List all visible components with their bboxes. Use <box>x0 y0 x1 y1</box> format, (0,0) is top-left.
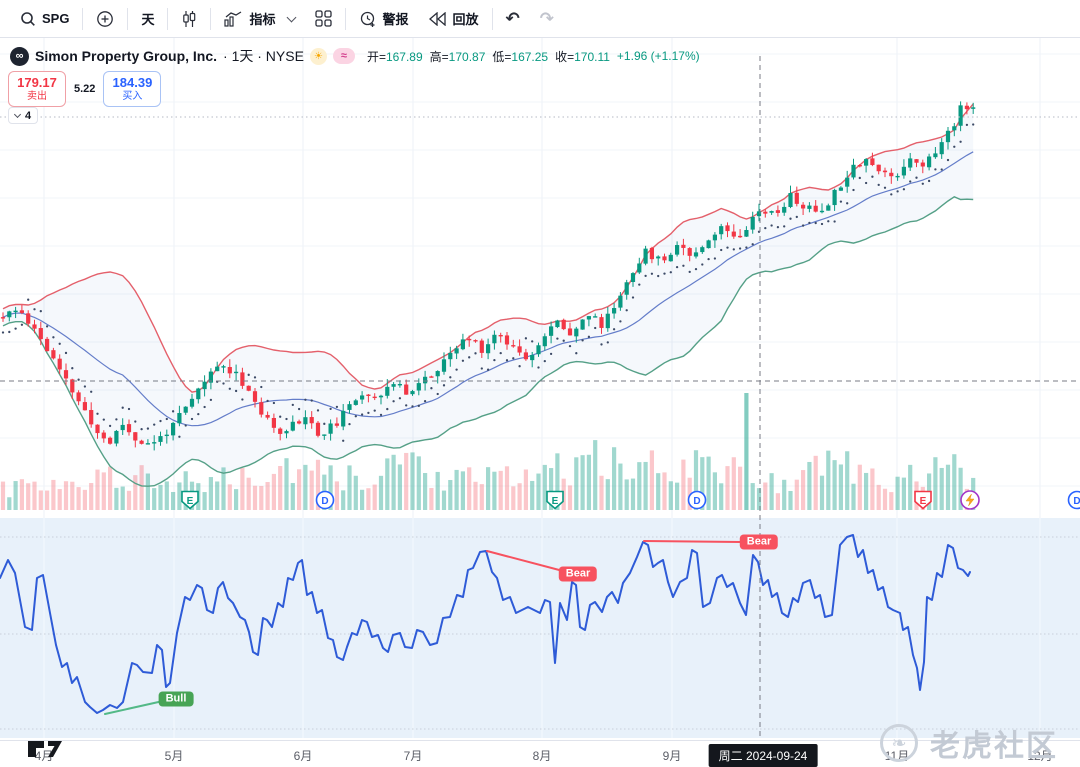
approx-price-icon: ≈ <box>332 48 355 64</box>
indicators-collapse-chip[interactable]: 4 <box>8 107 39 124</box>
search-icon <box>20 11 36 27</box>
dividend-badge[interactable]: D <box>1067 490 1080 510</box>
indicators-button[interactable]: 指标 <box>214 5 285 33</box>
symbol-search[interactable]: SPG <box>10 5 79 33</box>
alerts-button[interactable]: 警报 <box>349 5 419 33</box>
close-label: 收= <box>555 49 575 64</box>
interval-button[interactable]: 天 <box>131 5 164 33</box>
low-label: 低= <box>492 49 512 64</box>
sell-button[interactable]: 179.17 卖出 <box>8 71 66 107</box>
compare-add-button[interactable] <box>86 5 124 33</box>
close-value: 170.11 <box>574 49 610 64</box>
trading-app: SPG 天 指标 警报 回放 ↶ ↷ E D E D E D ∞ Simon P… <box>0 0 1080 767</box>
rewind-icon <box>428 11 447 26</box>
high-label: 高= <box>429 49 449 64</box>
indicator-templates-button[interactable] <box>286 5 305 33</box>
dividend-badge[interactable]: D <box>315 490 335 510</box>
high-value: 170.87 <box>448 49 486 64</box>
svg-text:D: D <box>321 496 328 507</box>
toolbar-divider <box>167 7 169 30</box>
dividend-badge[interactable]: D <box>687 490 707 510</box>
chart-style-button[interactable] <box>171 5 207 33</box>
chevron-down-icon <box>286 12 296 22</box>
tradingview-logo[interactable] <box>26 736 78 767</box>
open-value: 167.89 <box>385 49 423 64</box>
alerts-label: 警报 <box>382 12 409 27</box>
symbol-label: SPG <box>42 11 70 26</box>
hidden-indicator-count: 4 <box>25 109 32 122</box>
bull-signal-label: Bull <box>158 691 194 707</box>
bear-signal-label: Bear <box>739 534 779 550</box>
power-badge[interactable] <box>960 490 980 510</box>
symbol-title: Simon Property Group, Inc. <box>35 48 218 64</box>
svg-text:E: E <box>552 496 559 507</box>
symbol-legend[interactable]: ∞ Simon Property Group, Inc. · 1天 · NYSE… <box>10 46 700 66</box>
replay-button[interactable]: 回放 <box>419 5 489 33</box>
chevron-down-icon <box>13 110 22 119</box>
svg-text:E: E <box>187 496 194 507</box>
buy-label: 买入 <box>122 90 143 102</box>
spread-value: 5.22 <box>74 83 96 95</box>
symbol-meta: · 1天 · NYSE <box>223 48 304 64</box>
axis-month-label[interactable]: 11月 <box>885 747 909 764</box>
candlestick-icon <box>181 10 197 28</box>
axis-month-label[interactable]: 7月 <box>404 747 423 764</box>
undo-icon: ↶ <box>505 8 520 28</box>
undo-button[interactable]: ↶ <box>496 5 530 33</box>
svg-text:D: D <box>1073 496 1080 507</box>
plus-circle-icon <box>96 10 114 28</box>
axis-month-label[interactable]: 8月 <box>533 747 552 764</box>
grid-layout-icon <box>314 10 332 27</box>
axis-month-label[interactable]: 12月 <box>1027 747 1052 764</box>
toolbar-divider <box>344 7 346 30</box>
svg-text:E: E <box>920 496 927 507</box>
symbol-logo: ∞ <box>10 46 29 66</box>
replay-label: 回放 <box>452 12 479 27</box>
order-panel: 179.17 卖出 5.22 184.39 买入 <box>8 71 162 107</box>
layout-grid-button[interactable] <box>305 5 342 33</box>
sell-label: 卖出 <box>27 90 47 102</box>
redo-icon: ↷ <box>539 8 555 28</box>
buy-price: 184.39 <box>112 75 153 91</box>
low-value: 167.25 <box>511 49 549 64</box>
toolbar-divider <box>127 7 129 30</box>
axis-month-label[interactable]: 9月 <box>663 747 682 764</box>
alarm-clock-icon <box>359 10 377 28</box>
ohlc-readout: 开=167.89 高=170.87 低=167.25 收=170.11 +1.9… <box>367 48 700 65</box>
chart-pane[interactable]: E D E D E D ∞ Simon Property Group, Inc. · 1天… <box>0 38 1080 763</box>
toolbar-divider <box>82 7 84 30</box>
main-chart-svg[interactable]: EDEDED <box>0 38 1080 740</box>
crosshair-date-label: 周二 2024-09-24 <box>708 744 818 767</box>
buy-button[interactable]: 184.39 买入 <box>103 71 162 107</box>
bear-signal-label: Bear <box>558 566 598 582</box>
premarket-sun-icon: ☀ <box>309 47 327 65</box>
indicators-icon <box>224 10 243 27</box>
interval-label: 天 <box>141 12 155 27</box>
sell-price: 179.17 <box>17 75 57 91</box>
toolbar-divider <box>491 7 493 30</box>
svg-text:D: D <box>693 496 700 507</box>
indicators-label: 指标 <box>249 12 276 27</box>
toolbar-divider <box>210 7 212 30</box>
open-label: 开= <box>366 49 386 64</box>
axis-month-label[interactable]: 6月 <box>294 747 313 764</box>
top-toolbar: SPG 天 指标 警报 回放 ↶ ↷ <box>0 0 1080 38</box>
time-axis[interactable]: 4月 5月 6月 7月 8月 9月 11月 12月 周二 2024-09-24 <box>0 740 1080 767</box>
axis-month-label[interactable]: 5月 <box>165 747 184 764</box>
change-value: +1.96 (+1.17%) <box>616 49 700 63</box>
redo-button[interactable]: ↷ <box>530 5 564 33</box>
